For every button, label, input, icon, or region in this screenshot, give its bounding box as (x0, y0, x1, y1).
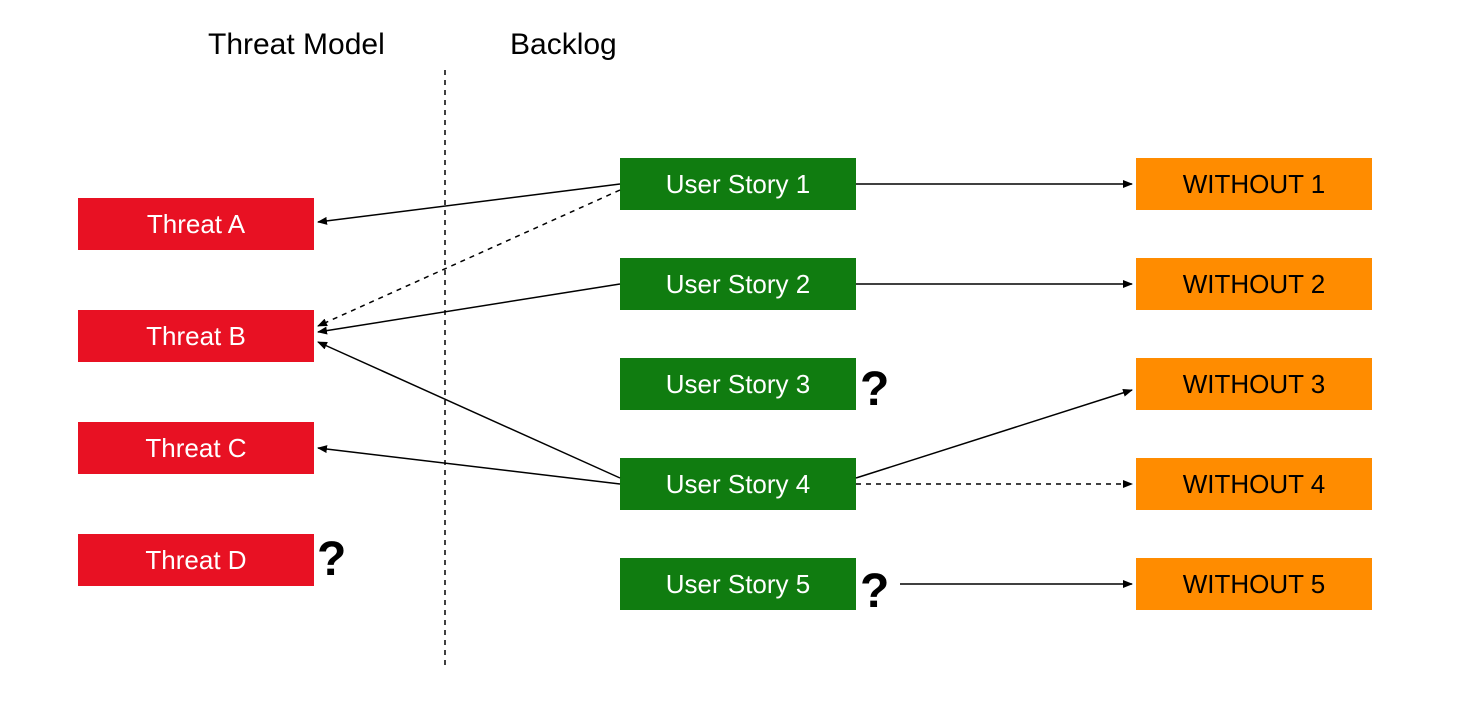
diagram-stage: Threat Model Backlog Threat A Threat B T… (0, 0, 1472, 705)
arrow-story4-threatB (318, 342, 620, 478)
threat-a-box: Threat A (78, 198, 314, 250)
threat-d-question-mark: ? (317, 532, 346, 587)
arrow-story4-without3 (856, 390, 1132, 478)
without-1-box: WITHOUT 1 (1136, 158, 1372, 210)
user-story-2-box: User Story 2 (620, 258, 856, 310)
threat-b-box: Threat B (78, 310, 314, 362)
without-3-box: WITHOUT 3 (1136, 358, 1372, 410)
threat-d-box: Threat D (78, 534, 314, 586)
user-story-4-box: User Story 4 (620, 458, 856, 510)
threat-model-heading: Threat Model (208, 28, 385, 62)
without-2-box: WITHOUT 2 (1136, 258, 1372, 310)
arrow-story2-threatB (318, 284, 620, 332)
threat-c-box: Threat C (78, 422, 314, 474)
arrow-story1-threatA (318, 184, 620, 222)
without-4-box: WITHOUT 4 (1136, 458, 1372, 510)
backlog-heading: Backlog (510, 28, 617, 62)
arrow-story1-threatB-dashed (318, 190, 620, 326)
without-5-box: WITHOUT 5 (1136, 558, 1372, 610)
user-story-5-box: User Story 5 (620, 558, 856, 610)
user-story-3-box: User Story 3 (620, 358, 856, 410)
user-story-3-question-mark: ? (860, 362, 889, 417)
user-story-1-box: User Story 1 (620, 158, 856, 210)
user-story-5-question-mark: ? (860, 564, 889, 619)
arrow-story4-threatC (318, 448, 620, 484)
